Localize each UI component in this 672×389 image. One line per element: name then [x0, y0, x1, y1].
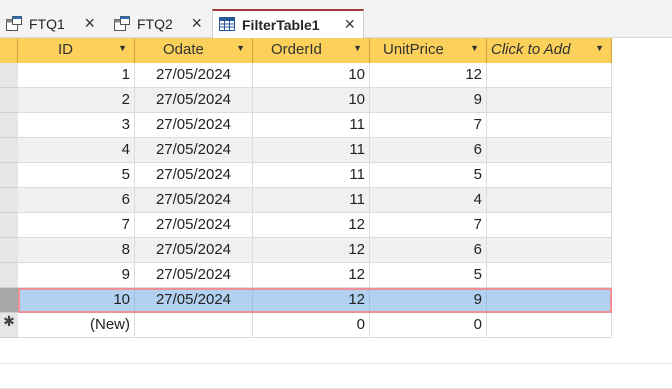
cell-id[interactable]: 6 [18, 188, 135, 213]
column-header-label: OrderId [271, 41, 322, 58]
cell-click-to-add[interactable] [487, 88, 612, 113]
query-icon [6, 16, 22, 31]
cell-click-to-add[interactable] [487, 313, 612, 338]
chevron-down-icon[interactable]: ▼ [353, 43, 362, 53]
cell-unitprice[interactable]: 5 [370, 163, 487, 188]
close-icon[interactable]: × [191, 13, 202, 34]
cell-id[interactable]: 5 [18, 163, 135, 188]
cell-odate[interactable]: 27/05/2024 [135, 138, 253, 163]
cell-orderid[interactable]: 11 [253, 163, 370, 188]
cell-odate[interactable]: 27/05/2024 [135, 188, 253, 213]
cell-click-to-add[interactable] [487, 138, 612, 163]
chevron-down-icon[interactable]: ▼ [118, 43, 127, 53]
tab-ftq2[interactable]: FTQ2 × [108, 10, 210, 37]
record-selector[interactable] [0, 113, 18, 138]
tab-label: FTQ1 [29, 15, 65, 32]
query-icon [114, 16, 130, 31]
column-header-odate[interactable]: Odate ▼ [135, 38, 253, 63]
chevron-down-icon[interactable]: ▼ [470, 43, 479, 53]
cell-odate[interactable] [135, 313, 253, 338]
cell-orderid[interactable]: 11 [253, 138, 370, 163]
cell-orderid[interactable]: 11 [253, 113, 370, 138]
empty-grid-line [0, 363, 672, 364]
column-header-label: UnitPrice [383, 41, 444, 58]
table-icon [219, 17, 235, 32]
cell-odate[interactable]: 27/05/2024 [135, 213, 253, 238]
cell-odate[interactable]: 27/05/2024 [135, 88, 253, 113]
cell-id[interactable]: 7 [18, 213, 135, 238]
record-selector[interactable] [0, 188, 18, 213]
cell-id[interactable]: 8 [18, 238, 135, 263]
cell-id[interactable]: 4 [18, 138, 135, 163]
cell-unitprice[interactable]: 7 [370, 213, 487, 238]
cell-unitprice[interactable]: 6 [370, 138, 487, 163]
cell-orderid[interactable]: 0 [253, 313, 370, 338]
new-record-asterisk-icon[interactable]: ✱ [0, 313, 18, 338]
cell-unitprice[interactable]: 7 [370, 113, 487, 138]
column-header-label: Click to Add [491, 41, 571, 58]
cell-unitprice[interactable]: 6 [370, 238, 487, 263]
cell-orderid[interactable]: 12 [253, 213, 370, 238]
column-header-label: Odate [163, 41, 204, 58]
cell-id[interactable]: 2 [18, 88, 135, 113]
cell-id[interactable]: 1 [18, 63, 135, 88]
tab-label: FTQ2 [137, 15, 173, 32]
cell-unitprice[interactable]: 5 [370, 263, 487, 288]
record-selector[interactable] [0, 288, 18, 313]
column-header-label: ID [58, 41, 73, 58]
cell-orderid[interactable]: 11 [253, 188, 370, 213]
tab-filtertable1[interactable]: FilterTable1 × [212, 9, 364, 38]
cell-odate[interactable]: 27/05/2024 [135, 63, 253, 88]
tab-label: FilterTable1 [242, 16, 320, 33]
cell-odate[interactable]: 27/05/2024 [135, 288, 253, 313]
record-selector[interactable] [0, 213, 18, 238]
cell-unitprice[interactable]: 9 [370, 288, 487, 313]
cell-unitprice[interactable]: 12 [370, 63, 487, 88]
cell-id[interactable]: 9 [18, 263, 135, 288]
column-header-id[interactable]: ID ▼ [18, 38, 135, 63]
record-selector[interactable] [0, 163, 18, 188]
cell-odate[interactable]: 27/05/2024 [135, 113, 253, 138]
cell-orderid[interactable]: 10 [253, 88, 370, 113]
column-header-unitprice[interactable]: UnitPrice ▼ [370, 38, 487, 63]
cell-orderid[interactable]: 12 [253, 288, 370, 313]
close-icon[interactable]: × [84, 13, 95, 34]
cell-click-to-add[interactable] [487, 263, 612, 288]
cell-click-to-add[interactable] [487, 188, 612, 213]
column-header-click-to-add[interactable]: Click to Add ▼ [487, 38, 612, 63]
close-icon[interactable]: × [344, 14, 355, 35]
cell-click-to-add[interactable] [487, 63, 612, 88]
cell-id[interactable]: 3 [18, 113, 135, 138]
cell-orderid[interactable]: 10 [253, 63, 370, 88]
cell-click-to-add[interactable] [487, 288, 612, 313]
cell-unitprice[interactable]: 4 [370, 188, 487, 213]
record-selector[interactable] [0, 63, 18, 88]
document-tab-bar: FTQ1 × FTQ2 × FilterTable1 × [0, 8, 672, 38]
chevron-down-icon[interactable]: ▼ [236, 43, 245, 53]
cell-odate[interactable]: 27/05/2024 [135, 263, 253, 288]
cell-orderid[interactable]: 12 [253, 263, 370, 288]
cell-id[interactable]: 10 [18, 288, 135, 313]
cell-unitprice[interactable]: 9 [370, 88, 487, 113]
window-top-strip [0, 0, 672, 8]
cell-click-to-add[interactable] [487, 113, 612, 138]
record-selector[interactable] [0, 238, 18, 263]
select-all-corner[interactable] [0, 38, 18, 63]
cell-id[interactable]: (New) [18, 313, 135, 338]
chevron-down-icon[interactable]: ▼ [595, 43, 604, 53]
cell-click-to-add[interactable] [487, 238, 612, 263]
cell-orderid[interactable]: 12 [253, 238, 370, 263]
record-selector[interactable] [0, 263, 18, 288]
cell-odate[interactable]: 27/05/2024 [135, 238, 253, 263]
cell-click-to-add[interactable] [487, 213, 612, 238]
cell-click-to-add[interactable] [487, 163, 612, 188]
record-selector[interactable] [0, 88, 18, 113]
tab-ftq1[interactable]: FTQ1 × [0, 10, 103, 37]
record-selector[interactable] [0, 138, 18, 163]
cell-odate[interactable]: 27/05/2024 [135, 163, 253, 188]
cell-unitprice[interactable]: 0 [370, 313, 487, 338]
column-header-orderid[interactable]: OrderId ▼ [253, 38, 370, 63]
